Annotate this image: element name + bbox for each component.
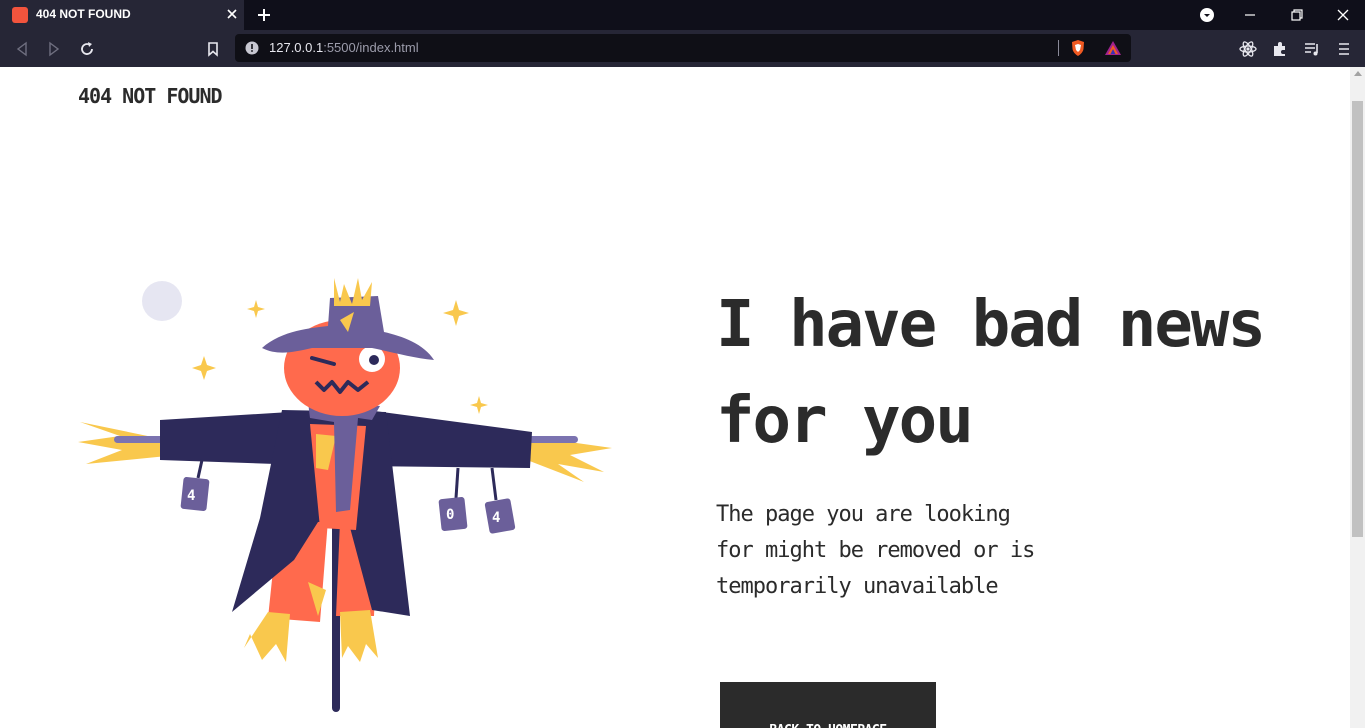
brave-shields-icon[interactable] [1069,39,1087,57]
address-bar[interactable]: 127.0.0.1:5500/index.html [235,34,1131,62]
bookmark-icon[interactable] [203,39,223,59]
can-left-digit: 4 [187,488,195,504]
description: The page you are looking for might be re… [716,497,1096,605]
scroll-up-arrow-icon[interactable] [1354,71,1362,76]
back-to-homepage-button[interactable]: BACK TO HOMEPAGE [720,682,936,728]
site-logo[interactable]: 404 NOT FOUND [78,84,223,108]
can-right: 4 [484,467,516,534]
can-right-digit: 4 [492,510,500,526]
scrollbar-thumb[interactable] [1352,101,1363,537]
site-info-icon[interactable] [245,41,259,55]
browser-tab[interactable]: 404 NOT FOUND [0,0,244,30]
headline-line-1: I have bad news [716,288,1266,362]
reload-icon[interactable] [77,39,97,59]
tab-search-icon[interactable] [1197,5,1217,25]
page-scrollbar[interactable] [1350,67,1365,728]
favicon-icon [12,7,28,23]
restore-icon[interactable] [1287,5,1307,25]
new-tab-icon[interactable] [255,6,273,24]
close-tab-icon[interactable] [224,6,240,22]
menu-icon[interactable] [1334,39,1354,59]
hat-straw [334,278,372,306]
extensions-icon[interactable] [1270,39,1290,59]
sparkle-shape [470,396,488,414]
url-path: :5500/index.html [323,40,419,55]
headline: I have bad news for you [716,277,1316,469]
can-left: 4 [180,459,210,511]
headline-line-2: for you [716,384,974,458]
close-window-icon[interactable] [1333,5,1353,25]
media-controls-icon[interactable] [1302,39,1322,59]
url-text[interactable]: 127.0.0.1:5500/index.html [269,40,419,55]
moon-shape [142,281,182,321]
forward-icon[interactable] [44,39,64,59]
browser-tabstrip: 404 NOT FOUND [0,0,1365,30]
react-devtools-icon[interactable] [1238,39,1258,59]
brave-rewards-icon[interactable] [1104,39,1122,57]
can-middle: 0 [438,467,468,531]
back-icon[interactable] [12,39,32,59]
left-foot-straw [244,612,290,662]
description-line-1: The page you are looking [716,502,1011,527]
can-middle-digit: 0 [446,507,454,523]
scarecrow-illustration: 4 0 4 [78,278,612,712]
description-line-3: temporarily unavailable [716,574,999,599]
omnibox-divider [1058,40,1059,56]
minimize-icon[interactable] [1240,5,1260,25]
page-viewport: 404 NOT FOUND 4 0 4 I have bad news for … [0,67,1350,728]
url-host: 127.0.0.1 [269,40,324,55]
sparkle-shape [443,300,469,326]
description-line-2: for might be removed or is [716,538,1035,563]
right-foot-straw [340,610,378,662]
sparkle-shape [247,300,265,318]
sparkle-shape [192,356,216,380]
tab-title: 404 NOT FOUND [36,7,131,21]
